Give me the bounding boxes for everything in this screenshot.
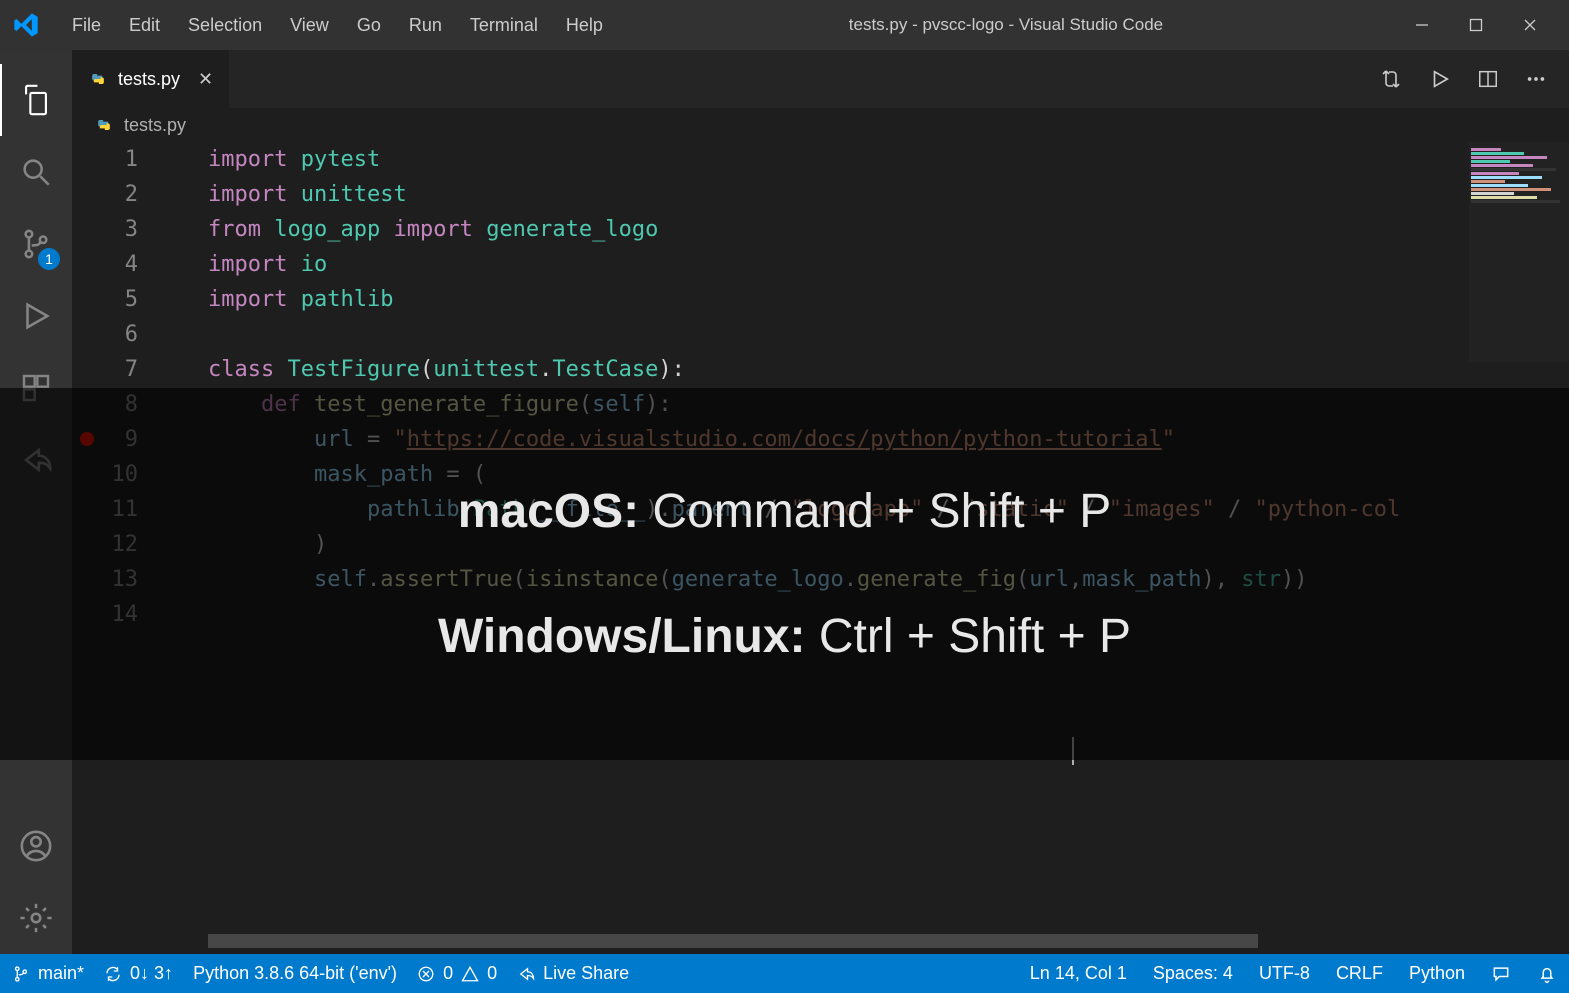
status-bar: main* 0↓ 3↑ Python 3.8.6 64-bit ('env') … <box>0 954 1569 993</box>
python-file-icon <box>94 115 114 135</box>
overlay-line-macos: macOS: Command + Shift + P <box>458 484 1112 539</box>
minimap[interactable] <box>1469 142 1569 362</box>
status-cursor[interactable]: Ln 14, Col 1 <box>1030 963 1127 984</box>
status-liveshare[interactable]: Live Share <box>517 963 629 984</box>
menu-terminal[interactable]: Terminal <box>456 9 552 42</box>
status-bell-icon[interactable] <box>1537 964 1557 984</box>
split-editor-icon[interactable] <box>1477 68 1499 90</box>
menu-file[interactable]: File <box>58 9 115 42</box>
scm-badge: 1 <box>38 248 60 270</box>
activity-settings[interactable] <box>0 882 72 954</box>
activity-source-control[interactable]: 1 <box>0 208 72 280</box>
editor-actions <box>1357 50 1569 108</box>
shortcut-overlay: macOS: Command + Shift + P Windows/Linux… <box>0 388 1569 760</box>
run-file-icon[interactable] <box>1429 68 1451 90</box>
status-language[interactable]: Python <box>1409 963 1465 984</box>
status-interpreter[interactable]: Python 3.8.6 64-bit ('env') <box>193 963 397 984</box>
tab-close-button[interactable]: ✕ <box>198 69 213 90</box>
menu-go[interactable]: Go <box>343 9 395 42</box>
window-minimize-button[interactable] <box>1395 5 1449 45</box>
activity-explorer[interactable] <box>0 64 72 136</box>
breadcrumb-filename: tests.py <box>124 115 186 136</box>
status-sync[interactable]: 0↓ 3↑ <box>104 963 173 984</box>
status-branch[interactable]: main* <box>12 963 84 984</box>
status-feedback-icon[interactable] <box>1491 964 1511 984</box>
status-eol[interactable]: CRLF <box>1336 963 1383 984</box>
compare-changes-icon[interactable] <box>1379 67 1403 91</box>
vscode-logo-icon <box>12 11 40 39</box>
status-problems[interactable]: 0 0 <box>417 963 497 984</box>
breadcrumb[interactable]: tests.py <box>72 108 1569 142</box>
menu-run[interactable]: Run <box>395 9 456 42</box>
activity-account[interactable] <box>0 810 72 882</box>
horizontal-scrollbar[interactable] <box>208 934 1258 948</box>
overlay-line-winlinux: Windows/Linux: Ctrl + Shift + P <box>438 609 1131 664</box>
status-encoding[interactable]: UTF-8 <box>1259 963 1310 984</box>
window-close-button[interactable] <box>1503 5 1557 45</box>
window-controls <box>1395 5 1557 45</box>
menu-bar: File Edit Selection View Go Run Terminal… <box>58 9 617 42</box>
status-spaces[interactable]: Spaces: 4 <box>1153 963 1233 984</box>
activity-run-debug[interactable] <box>0 280 72 352</box>
title-bar: File Edit Selection View Go Run Terminal… <box>0 0 1569 50</box>
window-title: tests.py - pvscc-logo - Visual Studio Co… <box>617 15 1395 35</box>
window-maximize-button[interactable] <box>1449 5 1503 45</box>
menu-edit[interactable]: Edit <box>115 9 174 42</box>
more-actions-icon[interactable] <box>1525 68 1547 90</box>
menu-selection[interactable]: Selection <box>174 9 276 42</box>
python-file-icon <box>88 69 108 89</box>
editor-tabs: tests.py ✕ <box>72 50 1569 108</box>
tab-filename: tests.py <box>118 69 180 90</box>
menu-view[interactable]: View <box>276 9 343 42</box>
menu-help[interactable]: Help <box>552 9 617 42</box>
tab-tests-py[interactable]: tests.py ✕ <box>72 50 230 108</box>
activity-search[interactable] <box>0 136 72 208</box>
